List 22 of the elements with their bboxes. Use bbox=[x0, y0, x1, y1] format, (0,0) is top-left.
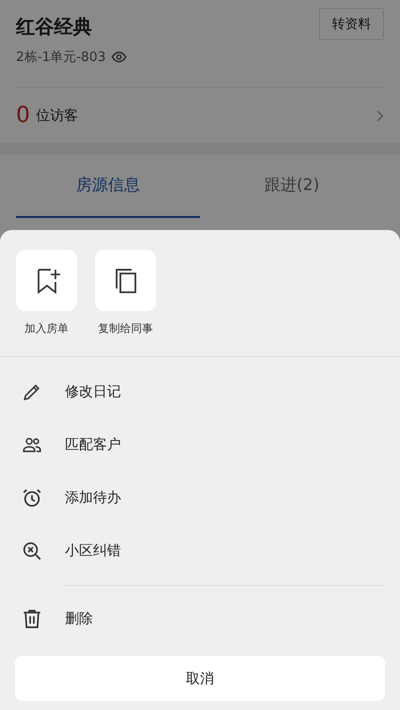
property-title: 红谷经典 bbox=[16, 15, 93, 40]
alarm-clock-icon bbox=[21, 486, 43, 508]
transfer-button[interactable]: 转资料 bbox=[319, 8, 384, 40]
menu-item[interactable]: 小区纠错 bbox=[0, 524, 400, 577]
action-label: 加入房单 bbox=[24, 321, 68, 336]
visitors-row[interactable]: 0 位访客 bbox=[0, 88, 400, 143]
search-cross-icon bbox=[21, 540, 43, 562]
visitor-label: 位访客 bbox=[36, 106, 78, 124]
action-label: 复制给同事 bbox=[98, 321, 153, 336]
cancel-button[interactable]: 取消 bbox=[15, 656, 385, 701]
tab[interactable]: 房源信息 bbox=[16, 155, 200, 218]
delete-item[interactable]: 删除 bbox=[0, 586, 400, 652]
unit-number: 2栋-1单元-803 bbox=[16, 49, 106, 66]
action-tile[interactable] bbox=[95, 250, 156, 311]
chevron-right-icon bbox=[376, 108, 384, 122]
action-tile[interactable] bbox=[16, 250, 77, 311]
menu-item[interactable]: 修改日记 bbox=[0, 365, 400, 418]
visitor-count: 0 bbox=[16, 103, 30, 128]
trash-icon bbox=[21, 608, 43, 630]
menu-item[interactable]: 匹配客户 bbox=[0, 418, 400, 471]
eye-icon[interactable] bbox=[110, 49, 127, 65]
menu-item[interactable]: 添加待办 bbox=[0, 471, 400, 524]
